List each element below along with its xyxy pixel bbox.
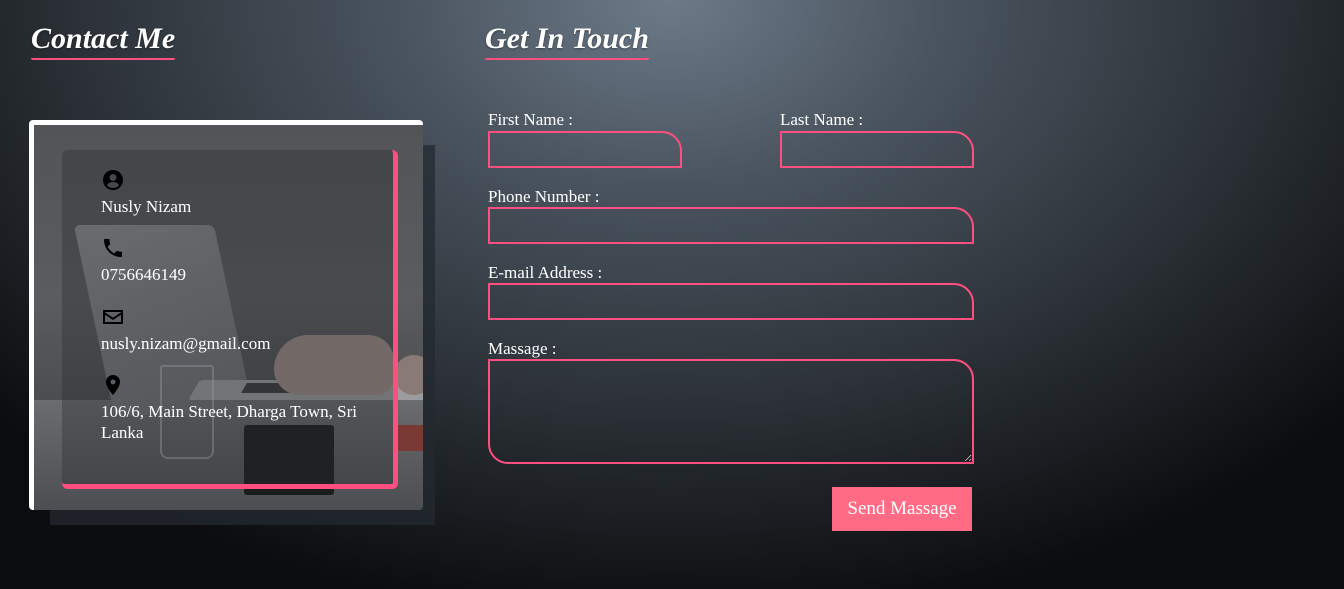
contact-card:  Nusly Nizam 0756646149 nusly.nizam@gma… bbox=[29, 120, 423, 510]
message-textarea[interactable] bbox=[488, 359, 974, 464]
email-address-label: E-mail Address : bbox=[488, 263, 603, 282]
contact-phone: 0756646149 bbox=[101, 265, 186, 284]
user-circle-icon bbox=[101, 168, 125, 192]
contact-heading: Contact Me bbox=[31, 22, 176, 60]
contact-email-row: nusly.nizam@gmail.com bbox=[101, 305, 270, 354]
envelope-icon bbox=[101, 305, 125, 329]
contact-email: nusly.nizam@gmail.com bbox=[101, 334, 271, 353]
email-address-input[interactable] bbox=[488, 283, 974, 320]
contact-name: Nusly Nizam bbox=[101, 197, 192, 216]
contact-phone-row: 0756646149 bbox=[101, 236, 186, 285]
send-message-button[interactable]: Send Massage bbox=[832, 487, 972, 531]
first-name-input[interactable] bbox=[488, 131, 682, 168]
phone-number-input[interactable] bbox=[488, 207, 974, 244]
map-pin-icon bbox=[101, 373, 125, 397]
first-name-label: First Name : bbox=[488, 110, 573, 129]
contact-info-panel: Nusly Nizam 0756646149 nusly.nizam@gmail… bbox=[62, 150, 398, 489]
contact-address: 106/6, Main Street, Dharga Town, Sri Lan… bbox=[101, 402, 357, 442]
last-name-input[interactable] bbox=[780, 131, 974, 168]
phone-icon bbox=[101, 236, 125, 260]
contact-name-row: Nusly Nizam bbox=[101, 168, 191, 217]
last-name-label: Last Name : bbox=[780, 110, 864, 129]
message-label: Massage : bbox=[488, 339, 557, 358]
get-in-touch-heading: Get In Touch bbox=[485, 22, 649, 60]
contact-address-row: 106/6, Main Street, Dharga Town, Sri Lan… bbox=[101, 373, 381, 443]
phone-number-label: Phone Number : bbox=[488, 187, 600, 206]
